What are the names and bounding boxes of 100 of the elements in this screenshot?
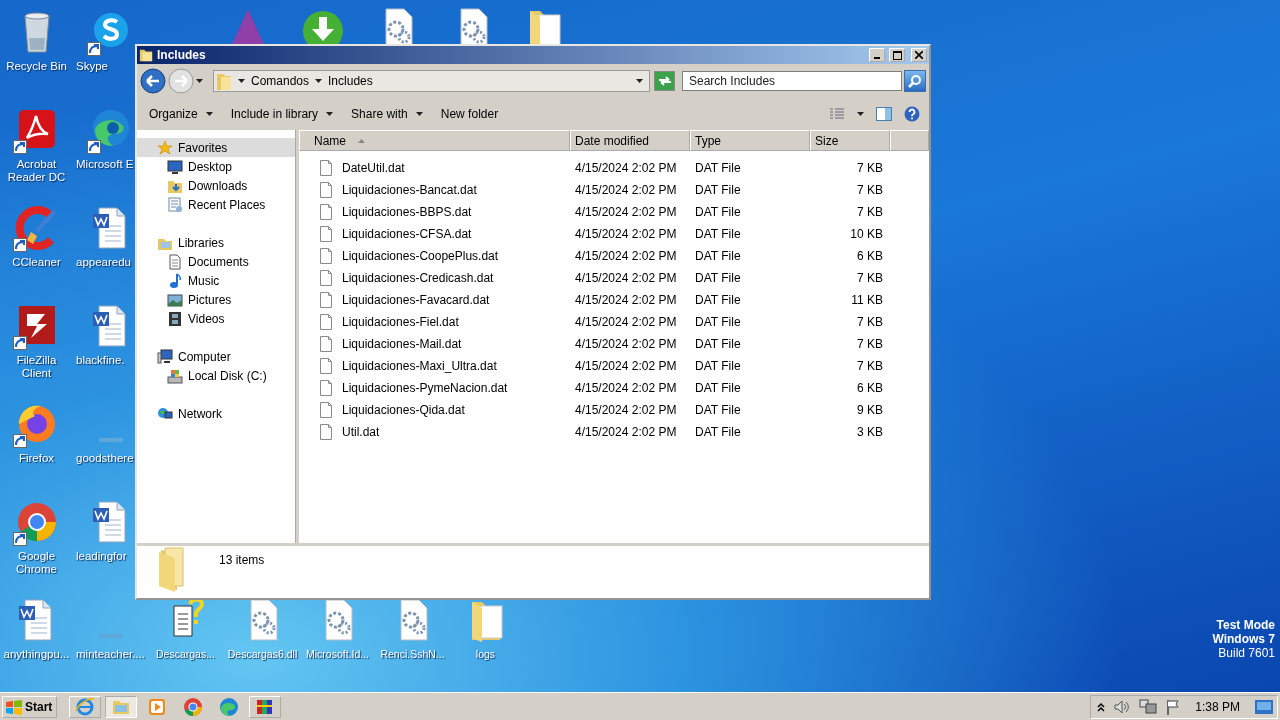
flag-icon[interactable] — [1166, 698, 1181, 715]
file-name[interactable]: Liquidaciones-Maxi_Ultra.dat — [337, 359, 497, 373]
star-icon — [157, 139, 173, 156]
navigation-item[interactable]: Local Disk (C:) — [137, 366, 295, 385]
type-cell-text: DAT File — [694, 403, 742, 417]
column-header[interactable]: Date modified — [570, 130, 690, 151]
search-button[interactable] — [904, 70, 926, 92]
chevron-up-icon[interactable] — [1097, 701, 1106, 712]
date-cell-text: 4/15/2024 2:02 PM — [574, 337, 678, 351]
navigation-item[interactable]: Network — [137, 404, 295, 423]
file-name[interactable]: DateUtil.dat — [337, 161, 405, 175]
document-icon — [167, 253, 183, 270]
file-icon — [319, 358, 333, 374]
column-header[interactable]: Size — [810, 130, 890, 151]
os-notice-text: Windows 7 — [1212, 632, 1275, 646]
navigation-item[interactable]: Computer — [137, 347, 295, 366]
size-cell-text: 6 KB — [856, 249, 884, 263]
toolbar-button[interactable]: Organize — [141, 104, 221, 124]
navigation-item[interactable]: Libraries — [137, 233, 295, 252]
toolbar-button[interactable]: Share with — [343, 104, 431, 124]
file-name[interactable]: Util.dat — [337, 425, 380, 439]
date-cell-text: 4/15/2024 2:02 PM — [574, 315, 678, 329]
breadcrumb-caret-icon — [315, 79, 323, 83]
navigation-item[interactable]: Downloads — [137, 176, 295, 195]
column-header[interactable]: Name — [299, 130, 570, 151]
file-icon — [319, 248, 333, 264]
minimize-button[interactable] — [869, 48, 885, 62]
file-icon — [319, 226, 333, 242]
desktop-icon-label[interactable]: Recycle Bin — [6, 60, 67, 73]
type-cell-text: DAT File — [694, 227, 742, 241]
taskbar-button[interactable] — [249, 695, 282, 718]
network-icon[interactable] — [1139, 698, 1158, 715]
file-name[interactable]: Liquidaciones-BBPS.dat — [337, 205, 472, 219]
date-cell-text: 4/15/2024 2:02 PM — [574, 249, 678, 263]
start-button[interactable]: Start — [2, 695, 58, 718]
os-notice-text: Build 7601 — [1218, 646, 1275, 660]
file-icon — [319, 182, 333, 198]
file-name[interactable]: Liquidaciones-Favacard.dat — [337, 293, 490, 307]
desktop-icon-label[interactable]: appearedu — [76, 256, 131, 269]
address-bar[interactable]: Comandos Includes — [213, 70, 650, 92]
hard-disk-icon — [167, 367, 183, 384]
film-icon — [167, 310, 183, 327]
ring-circle-icon — [183, 696, 204, 717]
maximize-icon — [892, 50, 902, 60]
music-note-icon — [167, 272, 183, 289]
file-name[interactable]: Liquidaciones-Qida.dat — [337, 403, 465, 417]
back-button[interactable] — [140, 68, 166, 94]
speaker-icon[interactable] — [1114, 699, 1131, 714]
date-cell-text: 4/15/2024 2:02 PM — [574, 271, 678, 285]
close-icon — [915, 51, 923, 59]
list-view-icon — [829, 108, 845, 120]
file-name[interactable]: Liquidaciones-Credicash.dat — [337, 271, 494, 285]
clock[interactable]: 1:38 PM — [1195, 699, 1240, 714]
maximize-button[interactable] — [889, 48, 905, 62]
folder-icon — [216, 72, 232, 90]
navigation-item[interactable]: Desktop — [137, 157, 295, 176]
file-icon — [319, 380, 333, 396]
desktop-icon-label[interactable]: Acrobat Reader DC — [0, 158, 73, 184]
date-cell-text: 4/15/2024 2:02 PM — [574, 227, 678, 241]
type-cell-text: DAT File — [694, 249, 742, 263]
help-icon — [904, 106, 920, 122]
size-cell-text: 7 KB — [856, 359, 884, 373]
breadcrumb-item[interactable]: Comandos — [251, 74, 310, 88]
toolbar-button[interactable]: Include in library — [222, 104, 342, 124]
column-header[interactable]: Type — [690, 130, 810, 151]
file-name[interactable]: Liquidaciones-Mail.dat — [337, 337, 462, 351]
type-cell-text: DAT File — [694, 425, 742, 439]
file-name[interactable]: Liquidaciones-PymeNacion.dat — [337, 381, 508, 395]
search-field[interactable]: Search Includes — [682, 71, 902, 91]
type-cell-text: DAT File — [694, 205, 742, 219]
size-cell-text: 7 KB — [856, 205, 884, 219]
file-name[interactable]: Liquidaciones-Bancat.dat — [337, 183, 477, 197]
date-cell-text: 4/15/2024 2:02 PM — [574, 403, 678, 417]
navigation-item[interactable]: Recent Places — [137, 195, 295, 214]
navigation-item[interactable]: Documents — [137, 252, 295, 271]
type-cell-text: DAT File — [694, 315, 742, 329]
date-cell-text: 4/15/2024 2:02 PM — [574, 161, 678, 175]
file-name[interactable]: Liquidaciones-CFSA.dat — [337, 227, 472, 241]
date-cell-text: 4/15/2024 2:02 PM — [574, 183, 678, 197]
close-button[interactable] — [911, 48, 927, 62]
desktop-icon-label[interactable]: Skype — [76, 60, 108, 73]
refresh-button[interactable] — [654, 71, 675, 91]
date-cell-text: 4/15/2024 2:02 PM — [574, 425, 678, 439]
navigation-item[interactable]: Pictures — [137, 290, 295, 309]
file-icon — [319, 314, 333, 330]
show-desktop-icon[interactable] — [1255, 699, 1273, 714]
navigation-item[interactable]: Videos — [137, 309, 295, 328]
desktop-icon-label[interactable]: CCleaner — [12, 256, 61, 269]
preview-pane-icon — [876, 107, 892, 121]
windows-flag-icon — [5, 698, 23, 715]
file-name[interactable]: Liquidaciones-Fiel.dat — [337, 315, 459, 329]
file-icon — [319, 160, 333, 176]
file-name[interactable]: Liquidaciones-CoopePlus.dat — [337, 249, 499, 263]
desktop-icon-label[interactable]: Microsoft E — [76, 158, 134, 171]
navigation-item[interactable]: Favorites — [137, 138, 295, 157]
breadcrumb-item[interactable]: Includes — [328, 74, 373, 88]
picture-icon — [167, 291, 183, 308]
toolbar-button[interactable]: New folder — [432, 104, 507, 124]
navigation-item[interactable]: Music — [137, 271, 295, 290]
search-icon — [908, 74, 922, 88]
